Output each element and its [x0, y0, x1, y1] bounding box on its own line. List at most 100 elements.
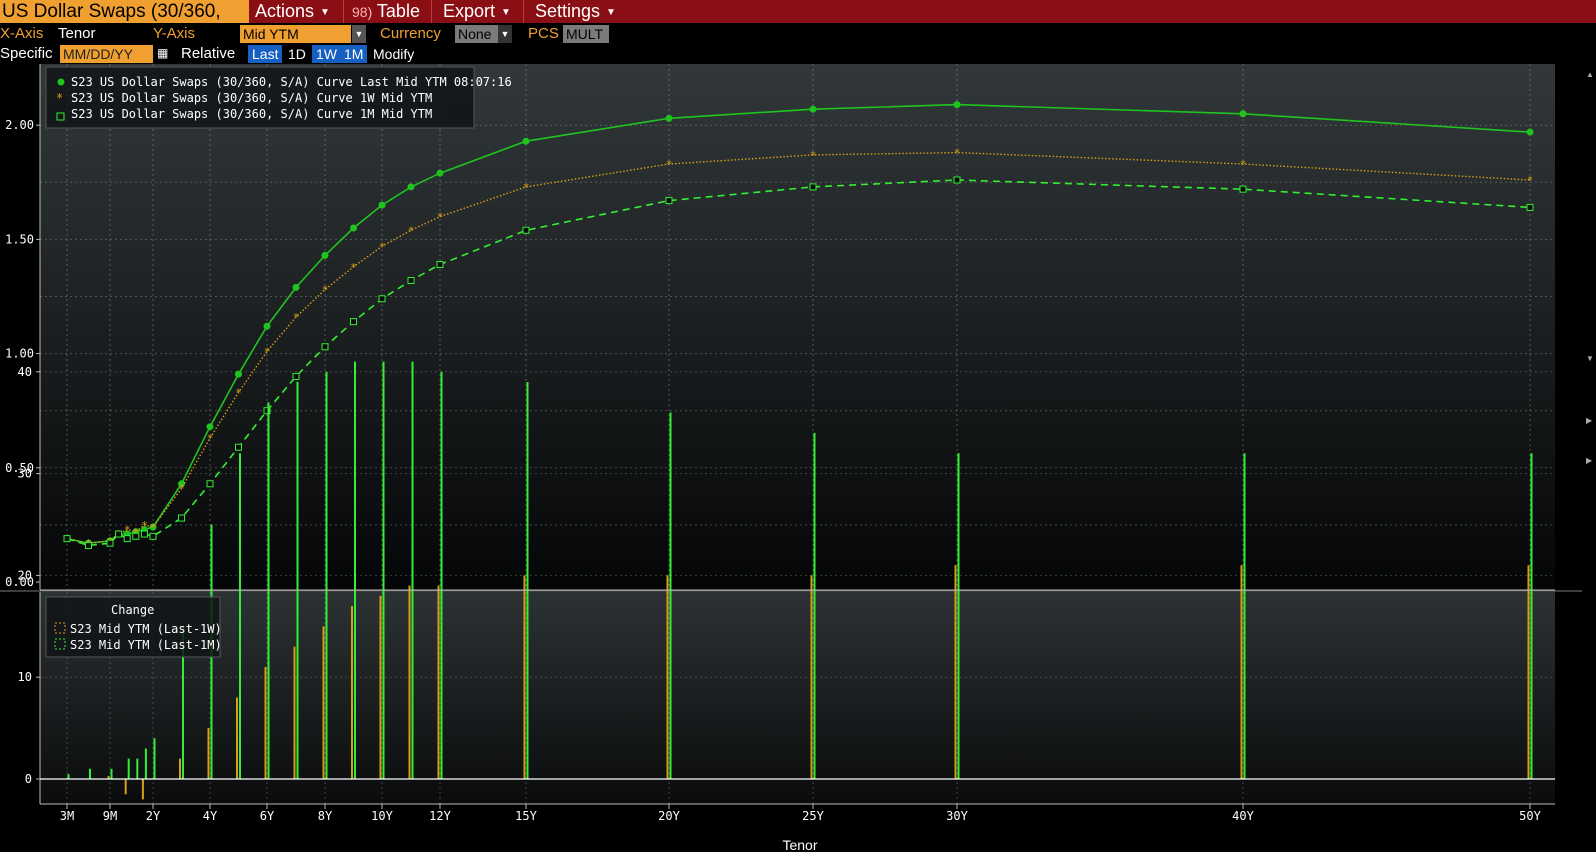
- xaxis-value[interactable]: Tenor: [58, 25, 96, 42]
- specific-label: Specific: [0, 45, 53, 62]
- modify-button[interactable]: Modify: [369, 45, 418, 63]
- data-point: *: [437, 211, 444, 224]
- change-bar: [351, 605, 353, 779]
- data-point: [407, 277, 415, 285]
- data-point: [1526, 203, 1534, 211]
- pcs-field[interactable]: MULT: [563, 25, 609, 43]
- data-point: *: [141, 519, 148, 532]
- data-point: [665, 197, 673, 205]
- change-bar: [440, 371, 443, 779]
- 1w-button[interactable]: 1W: [312, 45, 341, 63]
- x-tick-label: 10Y: [371, 809, 393, 823]
- yaxis-dropdown-icon[interactable]: ▼: [352, 25, 366, 43]
- change-bar: [957, 453, 960, 779]
- menu-divider: [523, 0, 524, 23]
- pcs-label: PCS: [528, 25, 559, 42]
- data-point: [809, 183, 817, 191]
- data-point: *: [264, 345, 271, 358]
- data-point: [809, 105, 817, 113]
- currency-select[interactable]: None: [455, 25, 498, 43]
- data-point: *: [150, 521, 157, 534]
- x-tick-label: 2Y: [146, 809, 161, 823]
- table-menu[interactable]: 98) Table: [346, 0, 420, 23]
- currency-dropdown-icon[interactable]: ▼: [498, 25, 512, 43]
- x-tick-label: 4Y: [203, 809, 218, 823]
- y-tick-label: 10: [18, 670, 32, 684]
- x-tick-label: 25Y: [802, 809, 824, 823]
- change-bar: [67, 773, 70, 779]
- 1d-button[interactable]: 1D: [284, 45, 310, 63]
- x-tick-label: 15Y: [515, 809, 537, 823]
- chevron-down-icon[interactable]: ▼: [1586, 354, 1594, 363]
- change-bar: [110, 768, 113, 779]
- chevron-down-icon: ▼: [501, 7, 511, 18]
- y-tick-label: 20: [18, 568, 32, 582]
- actions-menu[interactable]: Actions ▼: [249, 0, 330, 23]
- change-bar: [379, 595, 382, 779]
- data-point: [321, 251, 329, 259]
- change-bar: [179, 758, 181, 779]
- chevron-down-icon: ▼: [320, 7, 330, 18]
- menu-divider: [431, 0, 432, 23]
- change-bar: [136, 758, 139, 779]
- chevron-up-icon[interactable]: ▲: [1586, 70, 1594, 79]
- change-bar: [236, 697, 238, 779]
- data-point: [350, 318, 357, 326]
- data-point: [106, 539, 114, 547]
- change-bar: [267, 402, 270, 779]
- date-input[interactable]: MM/DD/YY: [60, 45, 153, 63]
- change-bar: [1530, 453, 1533, 779]
- data-point: [263, 322, 271, 330]
- chevron-right-icon[interactable]: ▶: [1586, 416, 1592, 425]
- data-point: [292, 283, 300, 291]
- data-point: [522, 226, 530, 234]
- change-bar: [1243, 453, 1246, 779]
- legend-1w: S23 US Dollar Swaps (30/360, S/A) Curve …: [71, 91, 432, 105]
- x-tick-label: 12Y: [429, 809, 451, 823]
- calendar-icon[interactable]: ▦: [157, 46, 168, 60]
- yield-curve-chart[interactable]: ************************ 0.000.501.001.5…: [0, 64, 1596, 852]
- change-bar: [437, 585, 440, 779]
- data-point: *: [235, 386, 242, 399]
- last-button[interactable]: Last: [248, 45, 283, 63]
- y-tick-label: 30: [18, 467, 32, 481]
- change-bar: [382, 361, 385, 779]
- chevron-right-icon[interactable]: ▶: [1586, 456, 1592, 465]
- x-tick-label: 50Y: [1519, 809, 1541, 823]
- lower-legend: Change S23 Mid YTM (Last-1W) S23 Mid YTM…: [45, 596, 222, 658]
- change-bar: [1527, 565, 1530, 779]
- table-menu-label: Table: [376, 1, 420, 21]
- x-tick-label: 9M: [103, 809, 117, 823]
- export-menu[interactable]: Export ▼: [437, 0, 511, 23]
- data-point: *: [322, 284, 329, 297]
- legend-1m: S23 US Dollar Swaps (30/360, S/A) Curve …: [71, 107, 432, 121]
- data-point: [235, 443, 242, 451]
- change-bar: [141, 779, 144, 800]
- 1m-button[interactable]: 1M: [340, 45, 368, 63]
- data-point: [292, 372, 300, 380]
- data-point: *: [124, 523, 131, 536]
- data-point: [1239, 185, 1247, 193]
- currency-label: Currency: [380, 25, 441, 42]
- change-bar: [322, 626, 325, 779]
- x-tick-label: 30Y: [946, 809, 968, 823]
- security-title-field[interactable]: US Dollar Swaps (30/360,: [0, 0, 249, 23]
- x-tick-label: 3M: [60, 809, 74, 823]
- data-point: [436, 261, 444, 269]
- data-point: [140, 530, 148, 538]
- legend-last: S23 US Dollar Swaps (30/360, S/A) Curve …: [71, 75, 512, 89]
- change-bar: [813, 432, 816, 779]
- change-bar: [810, 575, 813, 779]
- right-scrollbar[interactable]: ▲ ▼ ▶ ▶: [1582, 64, 1596, 804]
- settings-menu-label: Settings: [535, 1, 601, 21]
- data-point: [436, 169, 444, 177]
- data-point: [123, 535, 131, 543]
- data-point: [407, 183, 415, 191]
- data-point: [206, 423, 214, 431]
- yaxis-select[interactable]: Mid YTM: [240, 25, 351, 43]
- data-point: *: [178, 482, 185, 495]
- settings-menu[interactable]: Settings ▼: [529, 0, 616, 23]
- legend-star-icon: *: [56, 91, 63, 105]
- data-point: *: [379, 240, 386, 253]
- legend-change-1m: S23 Mid YTM (Last-1M): [70, 638, 222, 652]
